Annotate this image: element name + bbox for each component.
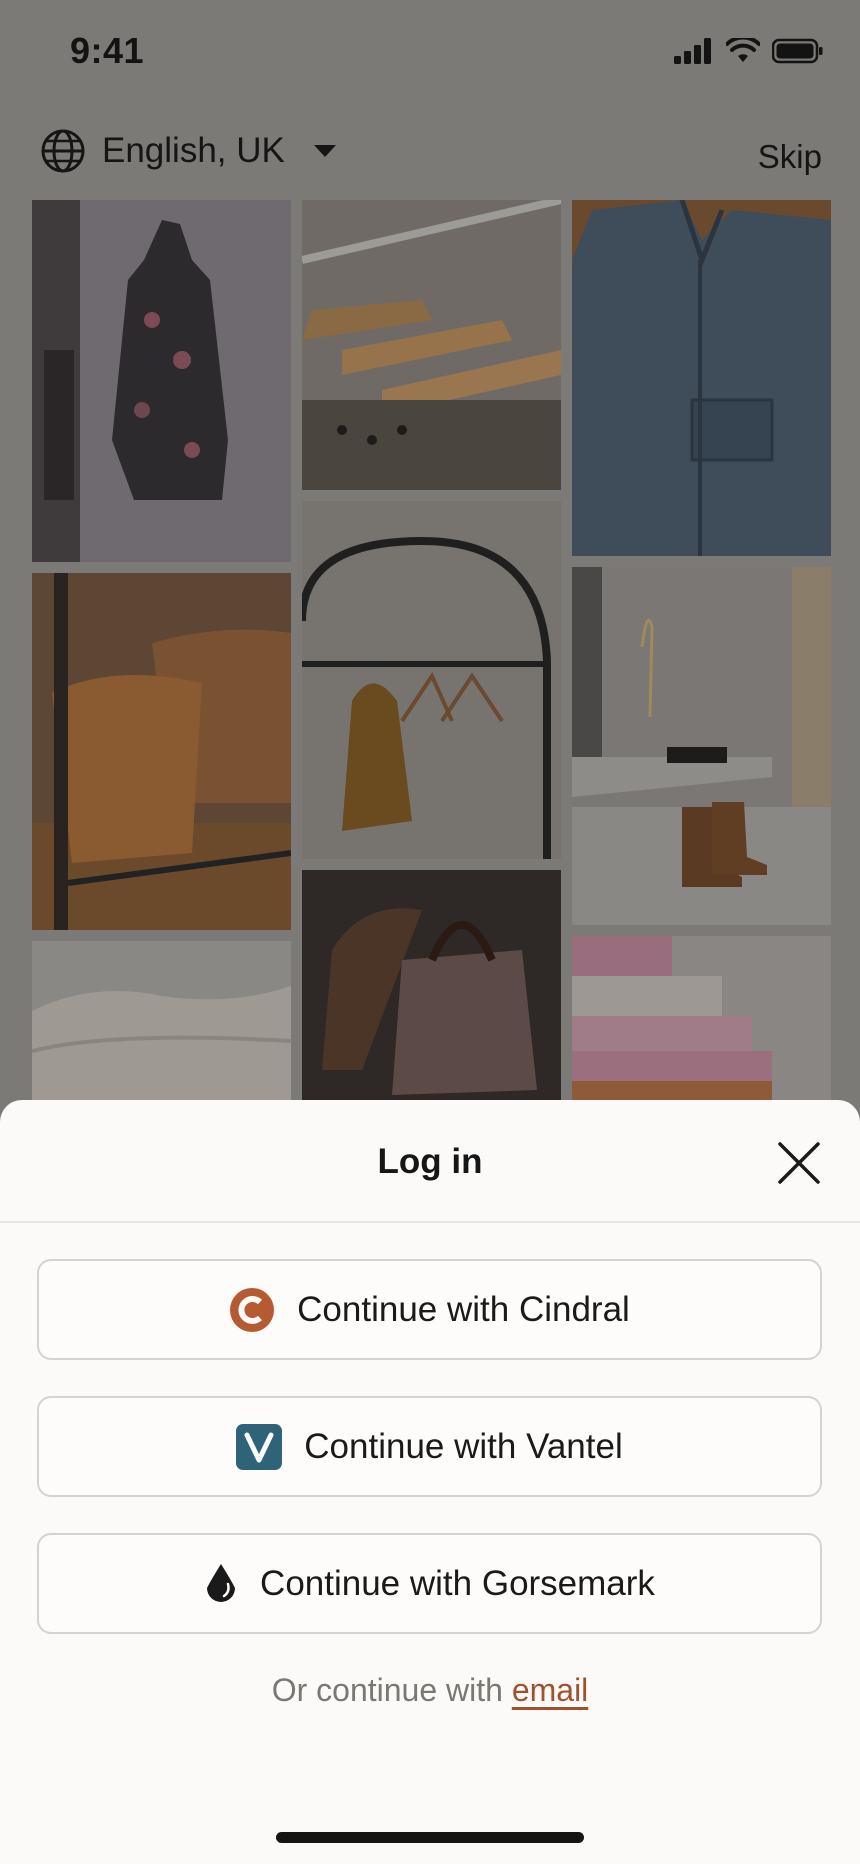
vantel-button-label: Continue with Vantel [304,1426,623,1466]
handbag-tile [302,870,561,1101]
boots-tile [572,567,831,925]
continue-with-vantel-button[interactable]: Continue with Vantel [37,1396,822,1497]
floral-dress-tile [32,200,291,562]
wicker-baskets-tile [32,573,291,930]
gorsemark-button-label: Continue with Gorsemark [260,1563,655,1603]
alt-login-prefix: Or continue with [271,1672,512,1708]
cellular-signal-icon [674,38,711,64]
continue-with-gorsemark-button[interactable]: Continue with Gorsemark [37,1533,822,1634]
wifi-icon [726,38,760,62]
denim-jacket-tile [572,200,831,556]
language-selector[interactable]: English, UK [40,128,337,174]
email-login-link[interactable]: email [512,1672,588,1708]
home-indicator[interactable] [276,1832,584,1843]
cindral-logo-icon [230,1287,275,1332]
language-label: English, UK [102,131,285,170]
login-screen: 9:41 English, UK Skip Log in Continue wi… [0,0,860,1864]
chevron-down-icon [313,145,336,157]
clothing-rack-tile [302,501,561,859]
close-button[interactable] [774,1138,824,1188]
skip-button[interactable]: Skip [758,138,822,176]
cindral-button-label: Continue with Cindral [297,1289,630,1329]
status-time: 9:41 [70,30,145,71]
vantel-logo-icon [236,1423,283,1470]
sheet-divider [0,1221,860,1223]
close-icon [778,1142,820,1184]
status-icons [674,38,824,64]
wooden-hangers-tile [302,200,561,490]
alt-login-text: Or continue with email [0,1672,860,1709]
battery-icon [772,38,823,64]
knit-blanket-tile [32,941,291,1101]
gorsemark-logo-icon [207,1563,236,1602]
globe-icon [41,129,85,173]
sheet-title: Log in [377,1142,483,1181]
folded-sweaters-tile [572,936,831,1101]
continue-with-cindral-button[interactable]: Continue with Cindral [37,1259,822,1360]
